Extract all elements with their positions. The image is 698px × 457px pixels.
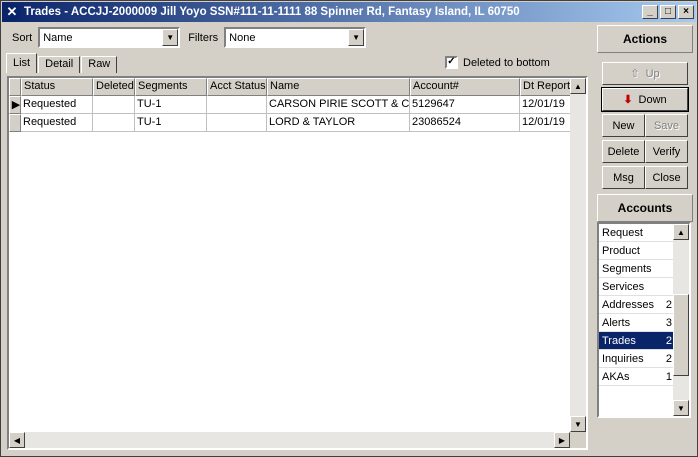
deleted-to-bottom-label: Deleted to bottom xyxy=(463,56,550,69)
scroll-thumb[interactable] xyxy=(673,294,689,376)
deleted-to-bottom-checkbox[interactable]: ✓ Deleted to bottom xyxy=(445,56,550,69)
chevron-down-icon[interactable]: ▼ xyxy=(162,29,179,46)
up-button[interactable]: ⇧ Up xyxy=(602,62,688,85)
arrow-down-icon: ⬇ xyxy=(623,94,633,106)
sort-value: Name xyxy=(43,31,73,44)
sort-select[interactable]: Name ▼ xyxy=(38,27,181,48)
filters-label: Filters xyxy=(188,31,219,44)
checkbox-checked-icon[interactable]: ✓ xyxy=(445,56,458,69)
list-item-alerts[interactable]: Alerts 3 xyxy=(599,314,675,332)
window-title: Trades - ACCJJ-2000009 Jill Yoyo SSN#111… xyxy=(24,6,520,18)
chevron-down-icon[interactable]: ▼ xyxy=(348,29,365,46)
filters-value: None xyxy=(229,31,256,44)
close-window-button[interactable]: × xyxy=(678,5,694,19)
accounts-list: Request Product Segments Services Addres… xyxy=(597,222,691,418)
scroll-right-icon[interactable]: ▶ xyxy=(554,432,570,448)
list-item-label: Addresses xyxy=(602,298,654,311)
table-row[interactable]: ▶ Requested TU-1 CARSON PIRIE SCOTT & CO… xyxy=(9,96,580,114)
delete-button[interactable]: Delete xyxy=(602,140,645,163)
table-row[interactable]: Requested TU-1 LORD & TAYLOR 23086524 12… xyxy=(9,114,580,132)
sort-label: Sort xyxy=(12,31,33,44)
col-header-acct-status[interactable]: Acct Status xyxy=(207,78,267,96)
row-selector[interactable] xyxy=(9,114,21,132)
view-tabs: List Detail Raw xyxy=(6,53,118,73)
grid-vertical-scrollbar[interactable]: ▲ ▼ xyxy=(570,78,586,432)
col-header-deleted[interactable]: Deleted xyxy=(93,78,135,96)
scroll-corner xyxy=(570,432,586,448)
list-item-count: 2 xyxy=(665,352,672,365)
col-header-status[interactable]: Status xyxy=(21,78,93,96)
new-button[interactable]: New xyxy=(602,114,645,137)
cell-status[interactable]: Requested xyxy=(21,96,93,114)
col-header-account[interactable]: Account# xyxy=(410,78,520,96)
scroll-down-icon[interactable]: ▼ xyxy=(673,400,689,416)
cell-account[interactable]: 5129647 xyxy=(410,96,520,114)
list-item-label: Inquiries xyxy=(602,352,644,365)
current-row-arrow-icon[interactable]: ▶ xyxy=(9,96,21,114)
grid-header: Status Deleted Segments Acct Status Name… xyxy=(9,78,580,96)
cell-acct-status[interactable] xyxy=(207,114,267,132)
list-item-count: 1 xyxy=(665,370,672,383)
down-button[interactable]: ⬇ Down xyxy=(601,87,689,112)
save-button[interactable]: Save xyxy=(645,114,688,137)
tab-detail[interactable]: Detail xyxy=(38,56,81,73)
app-icon: ✕ xyxy=(4,4,20,20)
list-item-label: Segments xyxy=(602,262,652,275)
col-header-segments[interactable]: Segments xyxy=(135,78,207,96)
grid-horizontal-scrollbar[interactable]: ◀ ▶ xyxy=(9,432,570,448)
scroll-up-icon[interactable]: ▲ xyxy=(570,78,586,94)
minimize-button[interactable]: _ xyxy=(642,5,658,19)
verify-button[interactable]: Verify xyxy=(645,140,688,163)
list-item-label: Alerts xyxy=(602,316,631,329)
scroll-up-icon[interactable]: ▲ xyxy=(673,224,689,240)
list-item-trades[interactable]: Trades 2 xyxy=(599,332,675,350)
cell-deleted[interactable] xyxy=(93,96,135,114)
accounts-header: Accounts xyxy=(597,194,693,222)
msg-button[interactable]: Msg xyxy=(602,166,645,189)
col-header-name[interactable]: Name xyxy=(267,78,410,96)
cell-account[interactable]: 23086524 xyxy=(410,114,520,132)
sort-filter-bar: Sort Name ▼ Filters None ▼ xyxy=(4,24,593,51)
list-item-segments[interactable]: Segments xyxy=(599,260,675,278)
scroll-down-icon[interactable]: ▼ xyxy=(570,416,586,432)
trades-list-pane: Sort Name ▼ Filters None ▼ List Detail R… xyxy=(4,24,593,454)
list-item-label: AKAs xyxy=(602,370,630,383)
close-button[interactable]: Close xyxy=(645,166,688,189)
list-item-count: 3 xyxy=(665,316,672,329)
list-item-label: Request xyxy=(602,226,643,239)
accounts-scrollbar[interactable]: ▲ ▼ xyxy=(673,224,689,416)
list-item-label: Trades xyxy=(602,334,636,347)
list-item-label: Product xyxy=(602,244,640,257)
list-item-product[interactable]: Product xyxy=(599,242,675,260)
tab-raw[interactable]: Raw xyxy=(81,56,118,73)
list-item-count: 2 xyxy=(665,334,672,347)
list-item-label: Services xyxy=(602,280,645,293)
filters-select[interactable]: None ▼ xyxy=(224,27,367,48)
list-item-request[interactable]: Request xyxy=(599,224,675,242)
cell-status[interactable]: Requested xyxy=(21,114,93,132)
title-bar[interactable]: ✕ Trades - ACCJJ-2000009 Jill Yoyo SSN#1… xyxy=(2,2,696,22)
arrow-up-icon: ⇧ xyxy=(630,68,640,80)
right-pane: Actions ⇧ Up ⬇ Down New Save Delete Veri… xyxy=(595,24,695,454)
row-selector-header xyxy=(9,78,21,96)
list-item-addresses[interactable]: Addresses 2 xyxy=(599,296,675,314)
scroll-left-icon[interactable]: ◀ xyxy=(9,432,25,448)
trades-window: ✕ Trades - ACCJJ-2000009 Jill Yoyo SSN#1… xyxy=(0,0,698,457)
list-item-services[interactable]: Services xyxy=(599,278,675,296)
cell-segments[interactable]: TU-1 xyxy=(135,114,207,132)
cell-name[interactable]: CARSON PIRIE SCOTT & CO xyxy=(267,96,410,114)
list-item-count: 2 xyxy=(665,298,672,311)
cell-deleted[interactable] xyxy=(93,114,135,132)
list-item-inquiries[interactable]: Inquiries 2 xyxy=(599,350,675,368)
cell-name[interactable]: LORD & TAYLOR xyxy=(267,114,410,132)
up-button-label: Up xyxy=(645,67,660,80)
list-item-akas[interactable]: AKAs 1 xyxy=(599,368,675,386)
down-button-label: Down xyxy=(638,93,667,106)
maximize-button[interactable]: □ xyxy=(660,5,676,19)
tab-list[interactable]: List xyxy=(6,53,38,73)
trades-grid: Status Deleted Segments Acct Status Name… xyxy=(7,76,588,450)
cell-segments[interactable]: TU-1 xyxy=(135,96,207,114)
actions-header: Actions xyxy=(597,25,693,53)
cell-acct-status[interactable] xyxy=(207,96,267,114)
